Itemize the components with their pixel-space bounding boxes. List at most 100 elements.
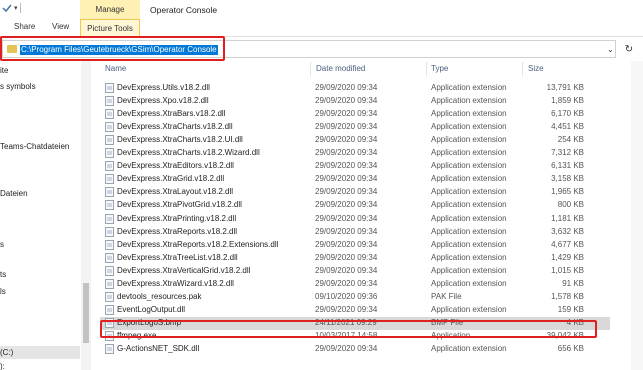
file-size: 159 KB (557, 304, 584, 314)
address-highlight-box (0, 36, 225, 61)
file-icon (105, 344, 114, 354)
file-date: 29/09/2020 09:34 (315, 252, 378, 262)
file-icon (105, 135, 114, 146)
nav-scrollbar-thumb[interactable] (83, 283, 89, 343)
file-type: Application extension (431, 174, 507, 184)
file-date: 29/09/2020 09:34 (315, 213, 378, 223)
file-date: 29/09/2020 09:34 (315, 226, 378, 236)
file-name: DevExpress.XtraPivotGrid.v18.2.dll (117, 200, 242, 210)
qat-dropdown-icon[interactable]: ▾ (14, 4, 18, 12)
checkmark-icon[interactable] (2, 3, 12, 13)
file-date: 29/09/2020 09:34 (315, 122, 378, 132)
file-row[interactable]: DevExpress.Xpo.v18.2.dll 29/09/2020 09:34… (100, 95, 610, 108)
file-row[interactable]: devtools_resources.pak 09/10/2020 09:36 PA… (100, 291, 610, 304)
file-date: 29/09/2020 09:34 (315, 174, 378, 184)
file-size: 1,429 KB (551, 252, 584, 262)
file-row[interactable]: DevExpress.XtraVerticalGrid.v18.2.dll 29/… (100, 265, 610, 278)
file-icon (105, 239, 114, 250)
column-separator[interactable] (522, 62, 523, 76)
file-icon (105, 278, 114, 289)
file-icon (105, 213, 114, 224)
file-row[interactable]: DevExpress.Utils.v18.2.dll 29/09/2020 09:… (100, 82, 610, 95)
column-separator[interactable] (426, 62, 427, 76)
file-row[interactable]: DevExpress.XtraPivotGrid.v18.2.dll 29/09/… (100, 199, 610, 212)
file-row[interactable]: EventLogOutput.dll 29/09/2020 09:34 Applic… (100, 304, 610, 317)
file-type: Application extension (431, 187, 507, 197)
column-header-date[interactable]: Date modified (316, 64, 365, 73)
file-name: DevExpress.XtraCharts.v18.2.dll (117, 122, 233, 132)
file-list-scrollbar[interactable] (631, 61, 643, 370)
file-row[interactable]: DevExpress.XtraGrid.v18.2.dll 29/09/2020 … (100, 173, 610, 186)
file-icon (105, 83, 114, 93)
file-row[interactable]: DevExpress.XtraTreeList.v18.2.dll 29/09/2… (100, 252, 610, 265)
file-row[interactable]: DevExpress.XtraBars.v18.2.dll 29/09/2020 … (100, 108, 610, 121)
file-date: 29/09/2020 09:34 (315, 239, 378, 249)
file-icon (105, 122, 114, 133)
chevron-down-icon[interactable]: ⌄ (607, 46, 615, 54)
nav-item[interactable]: ): (0, 362, 5, 370)
nav-item-c-drive[interactable]: (C:) (0, 348, 13, 357)
file-type: Application extension (431, 278, 507, 288)
file-date: 29/09/2020 09:34 (315, 148, 378, 158)
nav-item[interactable]: Dateien (0, 189, 28, 198)
nav-item[interactable]: s symbols (0, 82, 36, 91)
column-separator[interactable] (310, 62, 311, 76)
selected-file-highlight-box (100, 320, 597, 338)
file-icon (105, 200, 114, 211)
file-size: 1,578 KB (551, 291, 584, 301)
file-type: Application extension (431, 148, 507, 158)
nav-item[interactable]: s (0, 240, 4, 249)
tab-view[interactable]: View (52, 22, 69, 31)
navigation-pane (0, 61, 91, 370)
file-row[interactable]: DevExpress.XtraPrinting.v18.2.dll 29/09/2… (100, 213, 610, 226)
file-date: 29/09/2020 09:34 (315, 278, 378, 288)
file-row[interactable]: DevExpress.XtraReports.v18.2.dll 29/09/20… (100, 226, 610, 239)
file-name: DevExpress.XtraLayout.v18.2.dll (117, 187, 234, 197)
refresh-icon[interactable]: ↻ (621, 41, 637, 57)
file-row[interactable]: DevExpress.XtraCharts.v18.2.Wizard.dll 29… (100, 147, 610, 160)
file-type: Application extension (431, 135, 507, 145)
file-icon (105, 174, 114, 185)
file-size: 91 KB (562, 278, 584, 288)
file-icon (105, 304, 114, 315)
file-date: 29/09/2020 09:34 (315, 135, 378, 145)
file-icon (105, 161, 114, 172)
file-date: 09/10/2020 09:36 (315, 291, 378, 301)
window-title: Operator Console (150, 5, 218, 15)
file-type: Application extension (431, 226, 507, 236)
tab-share[interactable]: Share (14, 22, 35, 31)
file-icon (105, 252, 114, 263)
file-size: 4,677 KB (551, 239, 584, 249)
file-row[interactable]: DevExpress.XtraCharts.v18.2.UI.dll 29/09/… (100, 134, 610, 147)
file-type: Application extension (431, 239, 507, 249)
nav-item[interactable]: ite (0, 66, 8, 75)
file-size: 3,632 KB (551, 226, 584, 236)
nav-item[interactable]: Teams-Chatdateien (0, 142, 69, 151)
file-type: Application extension (431, 213, 507, 223)
column-header-type[interactable]: Type (431, 64, 448, 73)
file-row[interactable]: DevExpress.XtraEditors.v18.2.dll 29/09/20… (100, 160, 610, 173)
file-row[interactable]: DevExpress.XtraCharts.v18.2.dll 29/09/202… (100, 121, 610, 134)
file-type: Application extension (431, 83, 507, 92)
quick-access-toolbar: ▾ (2, 3, 21, 13)
file-type: Application extension (431, 109, 507, 119)
file-date: 29/09/2020 09:34 (315, 304, 378, 314)
nav-item[interactable]: ls (0, 287, 6, 296)
file-size: 1,015 KB (551, 265, 584, 275)
file-size: 6,131 KB (551, 161, 584, 171)
file-size: 7,312 KB (551, 148, 584, 158)
manage-tab[interactable]: Manage (80, 0, 140, 20)
file-type: Application extension (431, 200, 507, 210)
file-row[interactable]: DevExpress.XtraLayout.v18.2.dll 29/09/202… (100, 186, 610, 199)
column-header-size[interactable]: Size (528, 64, 544, 73)
file-row[interactable]: DevExpress.XtraReports.v18.2.Extensions.… (100, 239, 610, 252)
file-type: Application extension (431, 96, 507, 106)
file-date: 29/09/2020 09:34 (315, 265, 378, 275)
file-icon (105, 187, 114, 198)
column-header-name[interactable]: Name (105, 64, 126, 73)
file-name: DevExpress.XtraVerticalGrid.v18.2.dll (117, 265, 251, 275)
tab-picture-tools[interactable]: Picture Tools (80, 20, 140, 37)
file-row[interactable]: G-ActionsNET_SDK.dll 29/09/2020 09:34 Appl… (100, 343, 610, 356)
file-row[interactable]: DevExpress.XtraWizard.v18.2.dll 29/09/202… (100, 278, 610, 291)
nav-item[interactable]: ts (0, 270, 6, 279)
